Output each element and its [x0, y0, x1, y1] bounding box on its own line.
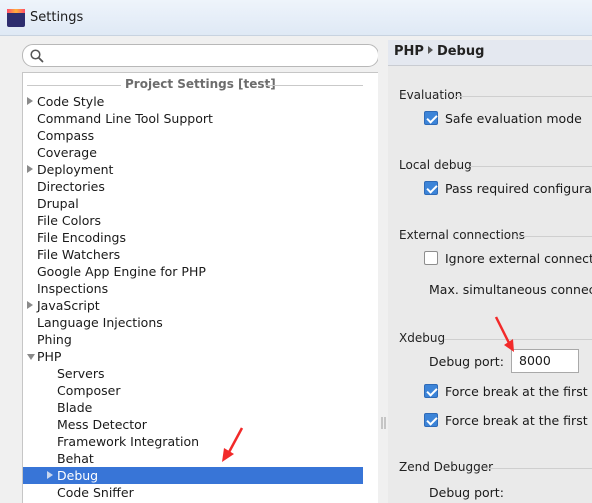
annotation-arrow-icon: [222, 427, 244, 462]
tree-item[interactable]: Framework Integration: [23, 433, 363, 450]
tree-item-label: Language Injections: [37, 315, 163, 330]
tree-item[interactable]: Language Injections: [23, 314, 363, 331]
tree-item[interactable]: Blade: [23, 399, 363, 416]
external-connections-section-title: External connections: [399, 228, 525, 242]
tree-item[interactable]: Compass: [23, 127, 363, 144]
breadcrumb-parent[interactable]: PHP: [394, 44, 424, 59]
tree-item-label: JavaScript: [37, 298, 100, 313]
force-break-first-line-label[interactable]: Force break at the first lin: [445, 384, 592, 399]
tree-item-label: Coverage: [37, 145, 97, 160]
tree-item-label: Drupal: [37, 196, 79, 211]
tree-item-label: PHP: [37, 349, 62, 364]
splitter[interactable]: [378, 36, 388, 503]
tree-item-label: Framework Integration: [57, 434, 200, 449]
xdebug-section-title: Xdebug: [399, 331, 446, 345]
ignore-external-label[interactable]: Ignore external connectio: [445, 251, 592, 266]
section-divider: [516, 236, 592, 237]
zend-debugger-section-title: Zend Debugger: [399, 460, 494, 474]
tree-item[interactable]: Google App Engine for PHP: [23, 263, 363, 280]
settings-dialog: Project Settings [test] Code Style Comman…: [0, 36, 592, 503]
tree-item[interactable]: Code Style: [23, 93, 363, 110]
tree-item-label: Phing: [37, 332, 72, 347]
tree-item-label: Code Style: [37, 94, 105, 109]
tree-item[interactable]: Directories: [23, 178, 363, 195]
tree-item-label: Composer: [57, 383, 121, 398]
tree-item-label: Servers: [57, 366, 105, 381]
breadcrumb-separator-icon: [427, 46, 433, 54]
force-break-first-line-checkbox[interactable]: [424, 384, 438, 398]
window-title: Settings: [30, 10, 84, 25]
breadcrumb: PHP Debug: [394, 44, 484, 59]
tree-item-label: Inspections: [37, 281, 109, 296]
annotation-arrow-icon: [494, 316, 514, 352]
tree-item-label: Mess Detector: [57, 417, 147, 432]
tree-item-label: Directories: [37, 179, 105, 194]
evaluation-section-title: Evaluation: [399, 88, 463, 102]
tree-item[interactable]: JavaScript: [23, 297, 363, 314]
xdebug-port-input[interactable]: 8000: [511, 349, 579, 373]
section-divider: [470, 166, 592, 167]
tree-item-label: Google App Engine for PHP: [37, 264, 206, 279]
safe-evaluation-label[interactable]: Safe evaluation mode: [445, 111, 582, 126]
tree-item-label: Deployment: [37, 162, 114, 177]
tree-item[interactable]: Behat: [23, 450, 363, 467]
tree-item[interactable]: File Encodings: [23, 229, 363, 246]
tree-item[interactable]: Mess Detector: [23, 416, 363, 433]
tree-item-label: Command Line Tool Support: [37, 111, 213, 126]
force-break-first-line-label-2[interactable]: Force break at the first lin: [445, 413, 592, 428]
breadcrumb-current: Debug: [436, 44, 485, 59]
tree-item[interactable]: File Watchers: [23, 246, 363, 263]
safe-evaluation-checkbox[interactable]: [424, 111, 438, 125]
tree-item[interactable]: PHP: [23, 348, 363, 365]
search-icon: [30, 49, 44, 63]
debug-settings-panel: PHP Debug Evaluation Safe evaluation mode…: [388, 40, 592, 503]
force-break-first-line-checkbox-2[interactable]: [424, 413, 438, 427]
tree-item[interactable]: File Colors: [23, 212, 363, 229]
expand-right-icon[interactable]: [27, 301, 33, 309]
panel-header: PHP Debug: [388, 40, 592, 66]
tree-item[interactable]: Composer: [23, 382, 363, 399]
local-debug-section-title: Local debug: [399, 158, 472, 172]
settings-tree[interactable]: Project Settings [test] Code Style Comman…: [22, 72, 384, 503]
app-logo-icon: [7, 9, 25, 27]
section-divider: [454, 96, 592, 97]
expand-right-icon[interactable]: [27, 165, 33, 173]
tree-item[interactable]: Drupal: [23, 195, 363, 212]
splitter-grip-icon[interactable]: [381, 416, 387, 430]
tree-item[interactable]: Inspections: [23, 280, 363, 297]
tree-item[interactable]: Debug: [23, 467, 363, 484]
tree-item[interactable]: Servers: [23, 365, 363, 382]
tree-item-label: File Encodings: [37, 230, 127, 245]
xdebug-port-label: Debug port:: [429, 354, 504, 369]
tree-item[interactable]: Deployment: [23, 161, 363, 178]
tree-item-label: Code Sniffer: [57, 485, 134, 500]
expand-right-icon[interactable]: [27, 97, 33, 105]
expand-down-icon[interactable]: [27, 354, 35, 360]
max-connections-label: Max. simultaneous connectio: [429, 282, 592, 297]
tree-item[interactable]: Coverage: [23, 144, 363, 161]
tree-item[interactable]: Command Line Tool Support: [23, 110, 363, 127]
zend-port-label: Debug port:: [429, 485, 504, 500]
tree-item[interactable]: Code Sniffer: [23, 484, 363, 501]
tree-item-label: Debug: [57, 468, 99, 483]
search-input[interactable]: [22, 44, 379, 67]
tree-item-label: File Watchers: [37, 247, 121, 262]
tree-group-header: Project Settings [test]: [23, 76, 383, 93]
section-divider: [486, 468, 592, 469]
title-bar: Settings: [0, 0, 592, 36]
tree-item-label: File Colors: [37, 213, 102, 228]
tree-item-label: Compass: [37, 128, 95, 143]
ignore-external-checkbox[interactable]: [424, 251, 438, 265]
tree-item[interactable]: Phing: [23, 331, 363, 348]
tree-item-label: Behat: [57, 451, 94, 466]
settings-navigation: Project Settings [test] Code Style Comman…: [20, 40, 386, 503]
expand-right-icon[interactable]: [47, 471, 53, 479]
pass-required-checkbox[interactable]: [424, 181, 438, 195]
tree-group-title: Project Settings [test]: [125, 77, 276, 91]
pass-required-label[interactable]: Pass required configuratio: [445, 181, 592, 196]
tree-item-label: Blade: [57, 400, 93, 415]
